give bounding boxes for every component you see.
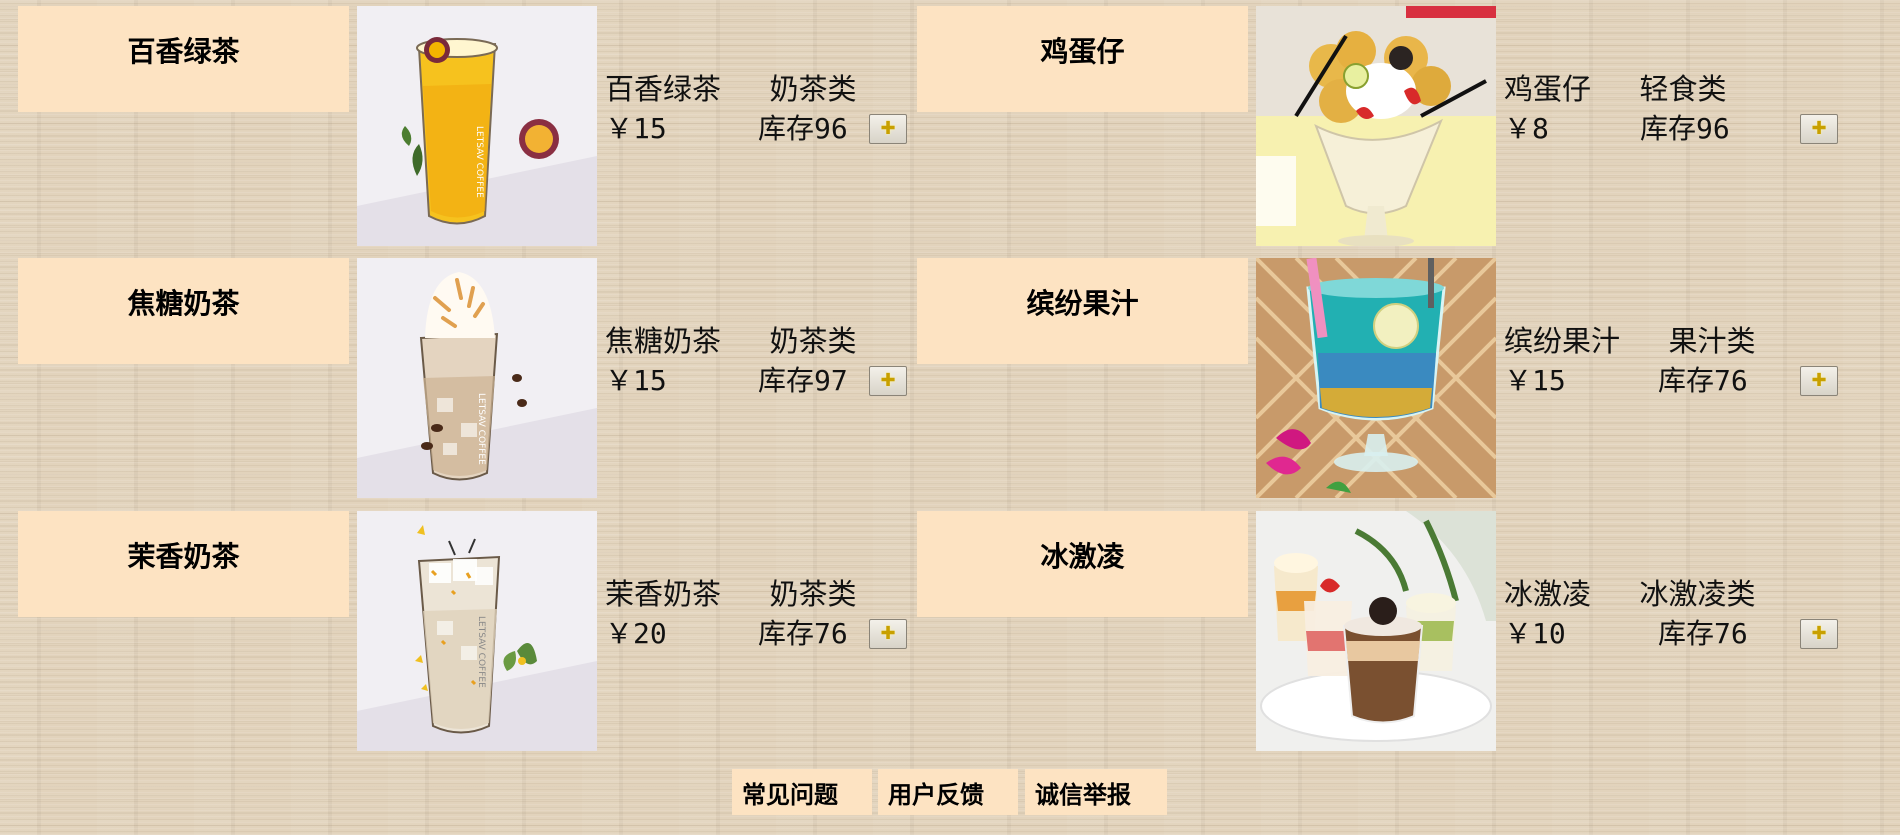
product-name-label: 焦糖奶茶	[18, 258, 349, 364]
product-info-name: 茉香奶茶	[605, 577, 722, 611]
product-title-line: 缤纷果汁 果汁类	[1504, 324, 1755, 358]
feedback-link[interactable]: 用户反馈	[878, 769, 1018, 815]
product-stock: 库存96	[758, 112, 848, 145]
product-price: ￥15	[605, 364, 667, 397]
product-stock: 库存76	[758, 617, 848, 650]
add-to-cart-button[interactable]: ✚	[869, 619, 907, 649]
product-photo-jasmine-milk-tea[interactable]: LETSAV COFFEE	[357, 511, 597, 751]
add-to-cart-button[interactable]: ✚	[869, 366, 907, 396]
add-to-cart-button[interactable]: ✚	[1800, 114, 1838, 144]
product-name-label: 鸡蛋仔	[917, 6, 1248, 112]
product-title-line: 鸡蛋仔 轻食类	[1504, 72, 1726, 106]
product-stock: 库存76	[1658, 617, 1748, 650]
product-name-label: 百香绿茶	[18, 6, 349, 112]
product-stock: 库存96	[1640, 112, 1730, 145]
product-name-label: 缤纷果汁	[917, 258, 1248, 364]
add-cart-icon: ✚	[1811, 118, 1827, 139]
add-to-cart-button[interactable]: ✚	[869, 114, 907, 144]
add-cart-icon: ✚	[880, 118, 896, 139]
add-cart-icon: ✚	[1811, 623, 1827, 644]
product-category: 奶茶类	[769, 324, 857, 358]
add-to-cart-button[interactable]: ✚	[1800, 619, 1838, 649]
product-title-line: 冰激凌 冰激凌类	[1504, 577, 1755, 611]
faq-link[interactable]: 常见问题	[732, 769, 872, 815]
product-stock: 库存76	[1658, 364, 1748, 397]
svg-text:LETSAV COFFEE: LETSAV COFFEE	[474, 126, 484, 198]
product-price: ￥8	[1504, 112, 1549, 145]
product-price: ￥15	[1504, 364, 1566, 397]
svg-text:LETSAV COFFEE: LETSAV COFFEE	[476, 616, 486, 688]
add-cart-icon: ✚	[1811, 370, 1827, 391]
product-price: ￥10	[1504, 617, 1566, 650]
product-name-label: 冰激凌	[917, 511, 1248, 617]
product-name-label: 茉香奶茶	[18, 511, 349, 617]
product-photo-passion-green-tea[interactable]: LETSAV COFFEE	[357, 6, 597, 246]
product-title-line: 百香绿茶 奶茶类	[605, 72, 856, 106]
product-photo-egg-waffle[interactable]	[1256, 6, 1496, 246]
report-link[interactable]: 诚信举报	[1025, 769, 1167, 815]
product-photo-caramel-milk-tea[interactable]: LETSAV COFFEE	[357, 258, 597, 498]
product-info-name: 焦糖奶茶	[605, 324, 722, 358]
product-category: 奶茶类	[769, 72, 857, 106]
product-title-line: 茉香奶茶 奶茶类	[605, 577, 856, 611]
product-category: 轻食类	[1639, 72, 1727, 106]
product-category: 果汁类	[1668, 324, 1756, 358]
product-info-name: 百香绿茶	[605, 72, 722, 106]
product-info-name: 冰激凌	[1504, 577, 1592, 611]
add-cart-icon: ✚	[880, 370, 896, 391]
product-photo-ice-cream[interactable]	[1256, 511, 1496, 751]
add-cart-icon: ✚	[880, 623, 896, 644]
svg-text:LETSAV COFFEE: LETSAV COFFEE	[476, 393, 486, 465]
product-stock: 库存97	[758, 364, 848, 397]
product-photo-mixed-juice[interactable]	[1256, 258, 1496, 498]
product-info-name: 缤纷果汁	[1504, 324, 1621, 358]
product-info-name: 鸡蛋仔	[1504, 72, 1592, 106]
add-to-cart-button[interactable]: ✚	[1800, 366, 1838, 396]
product-price: ￥15	[605, 112, 667, 145]
product-category: 奶茶类	[769, 577, 857, 611]
product-price: ￥20	[605, 617, 667, 650]
product-title-line: 焦糖奶茶 奶茶类	[605, 324, 856, 358]
product-category: 冰激凌类	[1639, 577, 1756, 611]
